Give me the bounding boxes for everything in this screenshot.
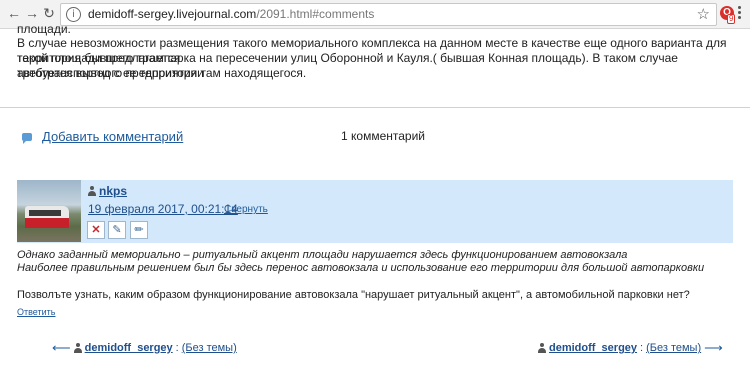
add-comment-label: Добавить комментарий bbox=[42, 129, 184, 144]
comment-count: 1 комментарий bbox=[341, 129, 425, 143]
url-host: demidoff-sergey.livejournal.com bbox=[88, 7, 257, 21]
url-text: demidoff-sergey.livejournal.com/2091.htm… bbox=[88, 7, 374, 21]
edit-icon[interactable]: ✏ bbox=[130, 221, 148, 239]
avatar[interactable] bbox=[17, 180, 81, 242]
comment-date-link[interactable]: 19 февраля 2017, 00:21:14 bbox=[88, 202, 238, 216]
reply-link[interactable]: Ответить bbox=[17, 307, 55, 317]
next-user-link[interactable]: demidoff_sergey bbox=[549, 342, 637, 354]
username-text: nkps bbox=[99, 184, 128, 198]
forward-icon[interactable]: → bbox=[24, 5, 40, 21]
comment-question: Позволъте узнать, каким образом функцион… bbox=[17, 289, 690, 301]
divider bbox=[0, 107, 750, 108]
tram-stripe bbox=[25, 218, 69, 228]
next-subject-link[interactable]: (Без темы) bbox=[646, 342, 701, 354]
info-icon[interactable]: i bbox=[66, 7, 81, 22]
user-icon bbox=[88, 186, 96, 196]
reload-icon[interactable]: ↻ bbox=[41, 5, 57, 21]
collapse-link[interactable]: Свернуть bbox=[224, 204, 268, 215]
post-text-line: автотранспортного предприятия там находя… bbox=[17, 66, 307, 80]
back-icon[interactable]: ← bbox=[6, 5, 22, 21]
comment-body: Однако заданный мемориально – ритуальный… bbox=[17, 249, 704, 275]
prev-user-link[interactable]: demidoff_sergey bbox=[85, 342, 173, 354]
prev-entry-nav[interactable]: ⟵ demidoff_sergey: (Без темы) bbox=[52, 340, 237, 356]
add-comment-link[interactable]: Добавить комментарий bbox=[22, 129, 183, 144]
comment-bubble-icon bbox=[22, 132, 32, 144]
user-icon bbox=[538, 343, 546, 353]
comment-line: Наиболее правильным решением был бы здес… bbox=[17, 262, 705, 274]
arrow-right-icon: ⟶ bbox=[704, 340, 723, 355]
url-path: /2091.html#comments bbox=[256, 7, 375, 21]
arrow-left-icon: ⟵ bbox=[52, 340, 71, 355]
prev-separator: : bbox=[175, 342, 179, 354]
prev-subject-link[interactable]: (Без темы) bbox=[182, 342, 237, 354]
post-text-line: площади. bbox=[17, 22, 71, 36]
comment-username[interactable]: nkps bbox=[88, 184, 127, 198]
user-icon bbox=[73, 343, 82, 353]
comment-line: Однако заданный мемориально – ритуальный… bbox=[17, 249, 628, 261]
bookmark-star-icon[interactable]: ☆ bbox=[697, 5, 710, 23]
next-entry-nav[interactable]: demidoff_sergey: (Без темы) ⟶ bbox=[538, 340, 723, 356]
tram-window bbox=[29, 210, 61, 216]
menu-icon[interactable] bbox=[738, 6, 742, 21]
next-separator: : bbox=[640, 342, 644, 354]
delete-icon[interactable]: ✕ bbox=[87, 221, 105, 239]
screen-icon[interactable]: ✎ bbox=[108, 221, 126, 239]
